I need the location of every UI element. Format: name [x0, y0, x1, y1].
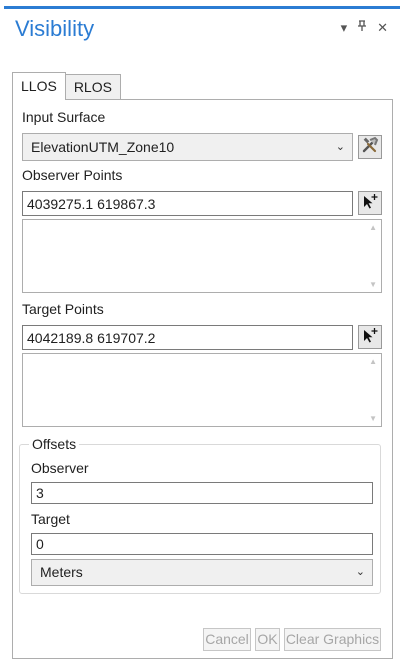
close-icon[interactable]: ✕	[377, 20, 388, 36]
observer-offset-label: Observer	[31, 460, 89, 476]
observer-add-point-button[interactable]	[358, 191, 382, 215]
visibility-pane: Visibility ▾ ✕ LLOS RLOS Input Surface E…	[0, 0, 404, 664]
observer-points-label: Observer Points	[22, 167, 123, 183]
scroll-down-icon[interactable]: ▼	[369, 414, 377, 423]
tab-rlos[interactable]: RLOS	[64, 74, 121, 99]
clear-graphics-button[interactable]: Clear Graphics	[284, 628, 381, 651]
target-add-point-button[interactable]	[358, 325, 382, 349]
pane-accent-bar	[4, 6, 400, 9]
surface-tool-button[interactable]	[358, 135, 382, 159]
pin-icon[interactable]	[357, 20, 367, 36]
target-offset-label: Target	[31, 511, 70, 527]
pane-title-controls: ▾ ✕	[341, 20, 388, 36]
input-surface-select[interactable]: ElevationUTM_Zone10 ⌄	[22, 133, 353, 161]
input-surface-label: Input Surface	[22, 109, 106, 125]
target-points-label: Target Points	[22, 301, 104, 317]
chevron-down-icon: ⌄	[335, 141, 345, 153]
pane-options-chevron-icon[interactable]: ▾	[341, 20, 348, 36]
cursor-plus-icon	[361, 326, 379, 349]
input-surface-value: ElevationUTM_Zone10	[31, 139, 175, 155]
observer-offset-input[interactable]	[31, 482, 373, 504]
scroll-down-icon[interactable]: ▼	[369, 280, 377, 289]
pane-title: Visibility	[15, 16, 95, 41]
offset-units-select[interactable]: Meters ⌄	[31, 559, 373, 586]
hammer-wrench-icon	[361, 136, 379, 159]
ok-button[interactable]: OK	[255, 628, 280, 651]
observer-points-input[interactable]	[22, 191, 353, 216]
tab-strip: LLOS RLOS	[12, 72, 121, 100]
target-offset-input[interactable]	[31, 533, 373, 555]
scroll-up-icon[interactable]: ▲	[369, 223, 377, 232]
offset-units-value: Meters	[40, 564, 83, 580]
cancel-button[interactable]: Cancel	[203, 628, 251, 651]
scroll-up-icon[interactable]: ▲	[369, 357, 377, 366]
tab-llos[interactable]: LLOS	[12, 72, 66, 100]
offsets-group-title: Offsets	[29, 436, 80, 452]
cursor-plus-icon	[361, 192, 379, 215]
observer-points-list[interactable]: ▲ ▼	[22, 219, 382, 293]
target-points-list[interactable]: ▲ ▼	[22, 353, 382, 427]
chevron-down-icon: ⌄	[355, 566, 365, 578]
target-points-input[interactable]	[22, 325, 353, 350]
